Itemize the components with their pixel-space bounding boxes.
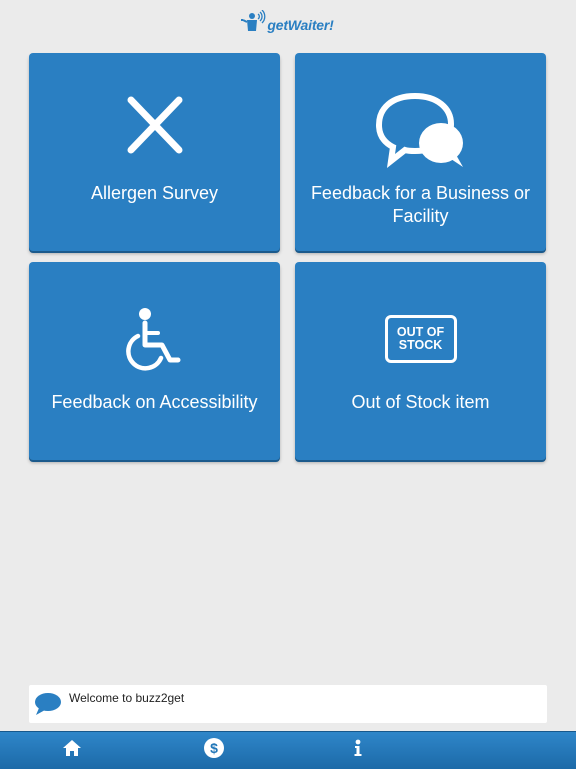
wheelchair-icon (29, 306, 280, 372)
out-of-stock-icon: OUT OF STOCK (295, 315, 546, 363)
welcome-bar: Welcome to buzz2get (29, 685, 547, 723)
tab-payment[interactable]: $ (184, 732, 244, 769)
tab-info[interactable] (328, 732, 388, 769)
dollar-badge-icon: $ (203, 737, 225, 764)
chat-bubble-icon (34, 692, 62, 721)
allergen-survey-tile[interactable]: Allergen Survey (29, 53, 280, 251)
out-of-stock-tile[interactable]: OUT OF STOCK Out of Stock item (295, 262, 546, 460)
welcome-message: Welcome to buzz2get (69, 691, 185, 705)
tab-bar: $ (0, 731, 576, 769)
logo: getWaiter! (240, 9, 334, 37)
tile-label: Out of Stock item (351, 392, 490, 412)
tab-home[interactable] (42, 732, 102, 769)
tile-label: Feedback on Accessibility (51, 392, 258, 412)
app-header: getWaiter! (0, 0, 576, 46)
waiter-icon (240, 9, 266, 37)
home-icon (62, 739, 82, 762)
accessibility-feedback-tile[interactable]: Feedback on Accessibility (29, 262, 280, 460)
logo-text: getWaiter! (267, 17, 334, 33)
tile-label: Feedback for a Business or Facility (310, 183, 531, 226)
close-x-icon (29, 95, 280, 155)
oos-line2: STOCK (398, 338, 443, 352)
tile-label: Allergen Survey (90, 183, 219, 203)
business-feedback-tile[interactable]: Feedback for a Business or Facility (295, 53, 546, 251)
info-icon (353, 739, 363, 762)
chat-bubbles-icon (295, 91, 546, 171)
svg-text:$: $ (210, 740, 218, 756)
